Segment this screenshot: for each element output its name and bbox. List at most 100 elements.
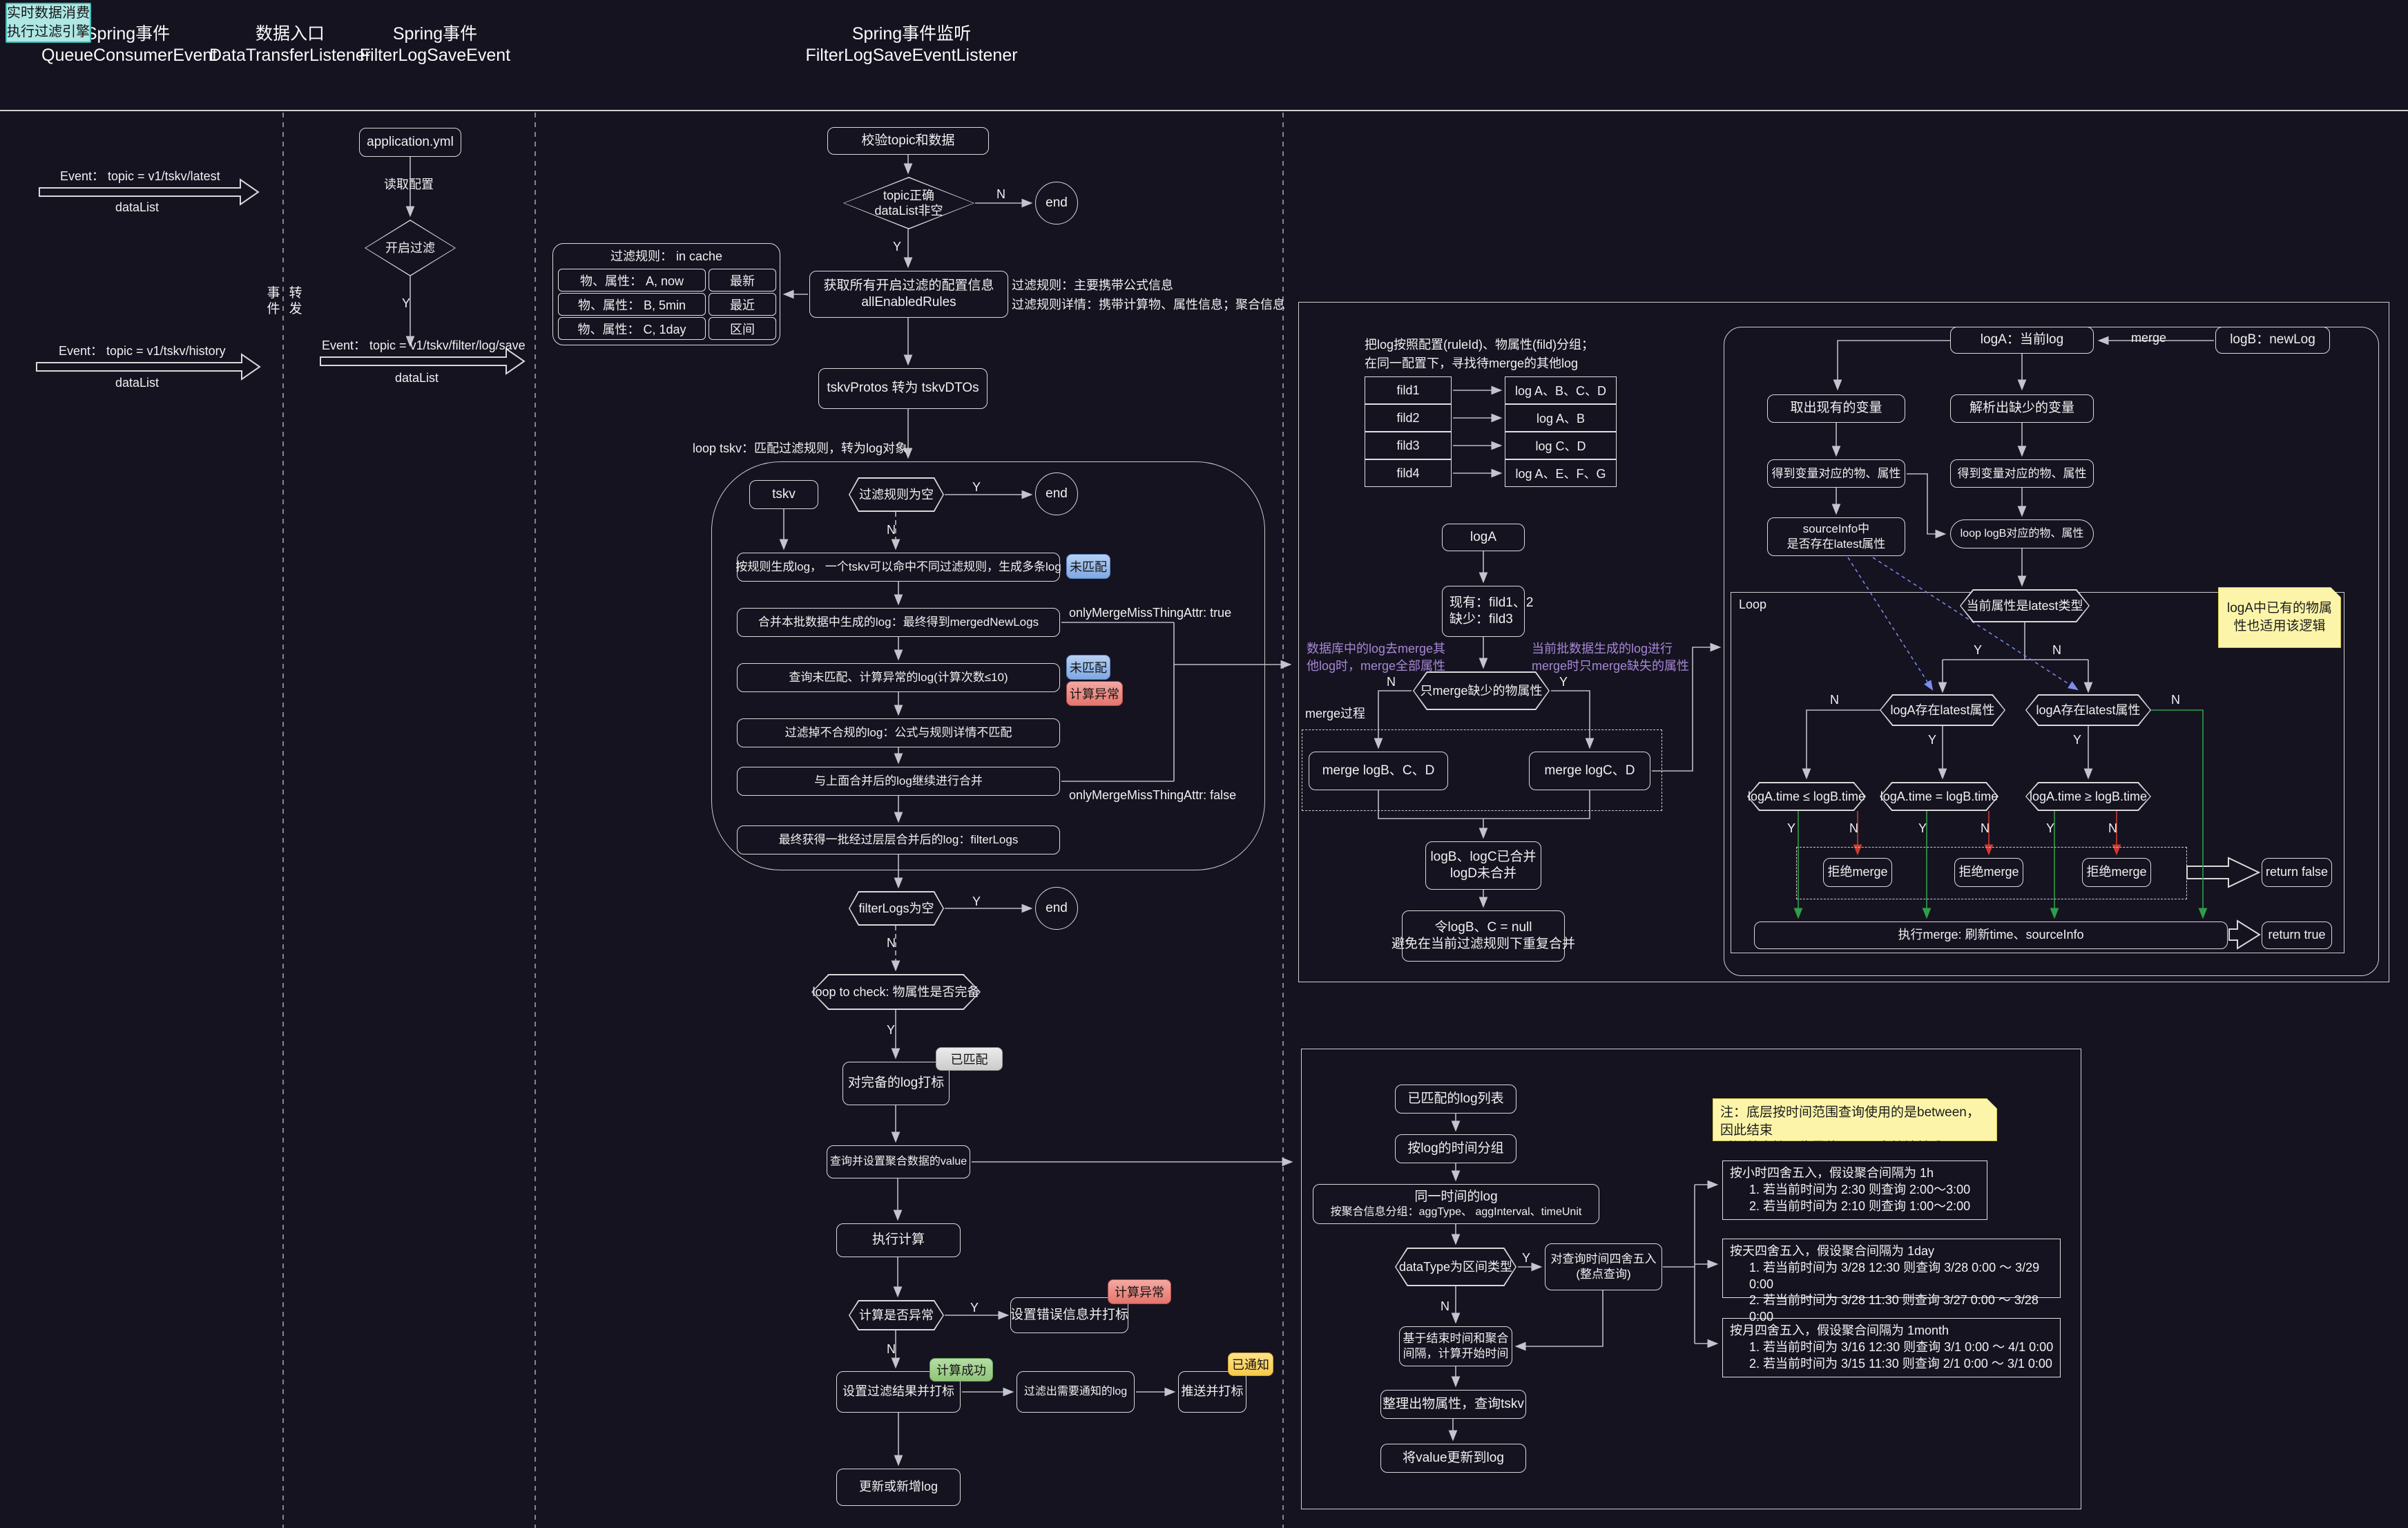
- node-reject-merge-1[interactable]: 拒绝merge: [1823, 858, 1892, 887]
- badge-unmatched-2[interactable]: 未匹配: [1066, 655, 1110, 680]
- node-mark-complete[interactable]: 对完备的log打标: [842, 1062, 950, 1105]
- node-push-mark[interactable]: 推送并打标: [1178, 1371, 1246, 1413]
- node-same-time-group[interactable]: 同一时间的log 按聚合信息分组：aggType、 aggInterval、ti…: [1313, 1184, 1599, 1224]
- rules-row1-right: 最新: [709, 269, 776, 292]
- node-merge-again[interactable]: 与上面合并后的log继续进行合并: [737, 767, 1060, 796]
- node-update-value[interactable]: 将value更新到log: [1380, 1444, 1526, 1473]
- node-application-yml[interactable]: application.yml: [359, 128, 461, 157]
- fild1-logs-cell: log A、B、C、D: [1505, 376, 1617, 404]
- node-is-range-decision[interactable]: dataType为区间类型: [1395, 1248, 1516, 1286]
- node-a-has-latest-left[interactable]: logA存在latest属性: [1880, 694, 2005, 726]
- is-range-no: N: [1441, 1299, 1449, 1315]
- rules-row3-right: 区间: [709, 317, 776, 340]
- node-convert-dtos[interactable]: tskvProtos 转为 tskvDTOs: [818, 368, 988, 409]
- node-update-log[interactable]: 更新或新增log: [836, 1469, 961, 1506]
- node-merge-bcd[interactable]: merge logB、C、D: [1309, 752, 1448, 790]
- node-query-agg-value[interactable]: 查询并设置聚合数据的value: [827, 1145, 970, 1178]
- a-latest-right-no: N: [2171, 692, 2180, 708]
- node-merged-result[interactable]: logB、logC已合并 logD未合并: [1425, 841, 1541, 890]
- node-query-unmatched[interactable]: 查询未匹配、计算异常的log(计算次数≤10): [737, 663, 1060, 692]
- only-miss-yes: Y: [1559, 674, 1568, 690]
- node-get-enabled-rules[interactable]: 获取所有开启过滤的配置信息 allEnabledRules: [809, 271, 1008, 318]
- node-loop-logB-attrs[interactable]: loop logB对应的物、属性: [1950, 519, 2094, 548]
- topic-no-label: N: [996, 187, 1005, 202]
- node-null-bc[interactable]: 令logB、C = null 避免在当前过滤规则下重复合并: [1402, 910, 1565, 962]
- badge-unmatched-1[interactable]: 未匹配: [1066, 554, 1110, 579]
- node-final-filterlogs[interactable]: 最终获得一批经过层层合并后的log：filterLogs: [737, 825, 1060, 854]
- get-rules-line1: 获取所有开启过滤的配置信息: [823, 278, 994, 294]
- fild3-cell: fild3: [1365, 432, 1452, 459]
- node-time-eq[interactable]: logA.time = logB.time: [1880, 782, 1998, 811]
- node-sort-attrs-query[interactable]: 整理出物属性，查询tskv: [1380, 1390, 1526, 1419]
- node-end-3[interactable]: end: [1035, 887, 1078, 930]
- merge-attr-true-label: onlyMergeMissThingAttr: true: [1069, 605, 1231, 621]
- badge-calc-error-2[interactable]: 计算异常: [1108, 1279, 1171, 1304]
- node-run-calc[interactable]: 执行计算: [836, 1223, 961, 1257]
- badge-matched[interactable]: 已匹配: [936, 1047, 1003, 1071]
- node-time-le[interactable]: logA.time ≤ logB.time: [1747, 782, 1866, 811]
- time-le-yes: Y: [1787, 821, 1795, 837]
- node-matched-list[interactable]: 已匹配的log列表: [1395, 1085, 1516, 1114]
- legend-badge[interactable]: 实时数据消费 执行过滤引擎: [6, 3, 91, 43]
- badge-calc-ok[interactable]: 计算成功: [930, 1358, 993, 1382]
- is-range-text: dataType为区间类型: [1399, 1259, 1512, 1275]
- node-round-query-time[interactable]: 对查询时间四舍五入 (整点查询): [1545, 1243, 1662, 1290]
- node-merge-batch[interactable]: 合并本批数据中生成的log：最终得到mergedNewLogs: [737, 608, 1060, 637]
- node-return-true[interactable]: return true: [2262, 921, 2332, 949]
- node-group-by-time[interactable]: 按log的时间分组: [1395, 1134, 1516, 1163]
- latest-note-line2: 性也适用该逻辑: [2233, 618, 2325, 636]
- node-take-vars[interactable]: 取出现有的变量: [1767, 394, 1905, 423]
- node-get-attr-left[interactable]: 得到变量对应的物、属性: [1767, 459, 1905, 488]
- rules-empty-no: N: [887, 522, 896, 538]
- node-loop-check[interactable]: loop to check: 物属性是否完备: [811, 974, 981, 1010]
- node-reject-merge-2[interactable]: 拒绝merge: [1954, 858, 2023, 887]
- node-logA-fields[interactable]: 现有：fild1、2 缺少：fild3: [1442, 586, 1525, 637]
- rules-empty-yes: Y: [972, 479, 981, 495]
- node-logA-current[interactable]: logA：当前log: [1950, 327, 2094, 354]
- node-merge-cd[interactable]: merge logC、D: [1529, 752, 1650, 790]
- node-reject-merge-3[interactable]: 拒绝merge: [2082, 858, 2151, 887]
- calc-start-line1: 基于结束时间和聚合: [1403, 1331, 1509, 1346]
- node-filter-notify[interactable]: 过滤出需要通知的log: [1017, 1371, 1135, 1413]
- merge-edge-label: merge: [2131, 330, 2166, 346]
- latest-logic-note[interactable]: logA中已有的物属 性也适用该逻辑: [2218, 587, 2341, 648]
- node-do-merge[interactable]: 执行merge: 刷新time、sourceInfo: [1754, 921, 2228, 949]
- node-calc-error-decision[interactable]: 计算是否异常: [849, 1300, 944, 1330]
- same-time-line2: 按聚合信息分组：aggType、 aggInterval、timeUnit: [1331, 1205, 1582, 1219]
- node-logA[interactable]: logA: [1442, 524, 1525, 551]
- node-parse-missing[interactable]: 解析出缺少的变量: [1950, 394, 2094, 423]
- node-get-attr-right[interactable]: 得到变量对应的物、属性: [1950, 459, 2094, 488]
- badge-notified[interactable]: 已通知: [1228, 1353, 1273, 1376]
- node-validate-topic[interactable]: 校验topic和数据: [827, 127, 989, 155]
- node-end-2[interactable]: end: [1035, 472, 1078, 515]
- node-filter-invalid[interactable]: 过滤掉不合规的log：公式与规则详情不匹配: [737, 718, 1060, 747]
- node-a-has-latest-right[interactable]: logA存在latest属性: [2025, 694, 2151, 726]
- legend-line1: 实时数据消费: [7, 4, 90, 23]
- between-note[interactable]: 注：底层按时间范围查询使用的是between，因此结束 时间就直接取临界值了，不…: [1713, 1098, 1997, 1141]
- fild2-logs-cell: log A、B: [1505, 404, 1617, 432]
- badge-calc-error-1[interactable]: 计算异常: [1066, 681, 1123, 706]
- node-filterlogs-empty-decision[interactable]: filterLogs为空: [849, 891, 944, 926]
- node-enable-filter-decision[interactable]: 开启过滤: [365, 220, 456, 276]
- node-end-1[interactable]: end: [1035, 182, 1078, 225]
- time-eq-no: N: [1981, 821, 1990, 837]
- node-logB-newlog[interactable]: logB：newLog: [2215, 327, 2330, 354]
- merge-process-label: merge过程: [1305, 706, 1365, 722]
- loop-check-yes: Y: [887, 1022, 895, 1038]
- loop-compare-label: Loop: [1739, 597, 1766, 613]
- event-latest-payload: dataList: [115, 200, 159, 216]
- node-sourceinfo-latest[interactable]: sourceInfo中 是否存在latest属性: [1767, 517, 1905, 556]
- node-is-latest-decision[interactable]: 当前属性是latest类型: [1960, 589, 2090, 622]
- node-tskv[interactable]: tskv: [749, 480, 818, 509]
- node-only-miss-decision[interactable]: 只merge缺少的物属性: [1413, 671, 1550, 710]
- node-generate-logs[interactable]: 按规则生成log， 一个tskv可以命中不同过滤规则，生成多条log: [737, 553, 1060, 582]
- node-time-ge[interactable]: logA.time ≥ logB.time: [2025, 782, 2151, 811]
- rules-row2-left: 物、属性： B, 5min: [558, 293, 706, 316]
- node-rules-empty-decision[interactable]: 过滤规则为空: [849, 477, 944, 512]
- logA-missing: 缺少：fild3: [1449, 611, 1513, 628]
- node-topic-ok-decision[interactable]: topic正确dataList非空: [843, 177, 974, 229]
- event-latest-label: Event： topic = v1/tskv/latest: [60, 169, 220, 184]
- node-calc-start-time[interactable]: 基于结束时间和聚合 间隔，计算开始时间: [1399, 1326, 1512, 1366]
- node-return-false[interactable]: return false: [2262, 858, 2332, 887]
- a-latest-left-yes: Y: [1928, 732, 1936, 748]
